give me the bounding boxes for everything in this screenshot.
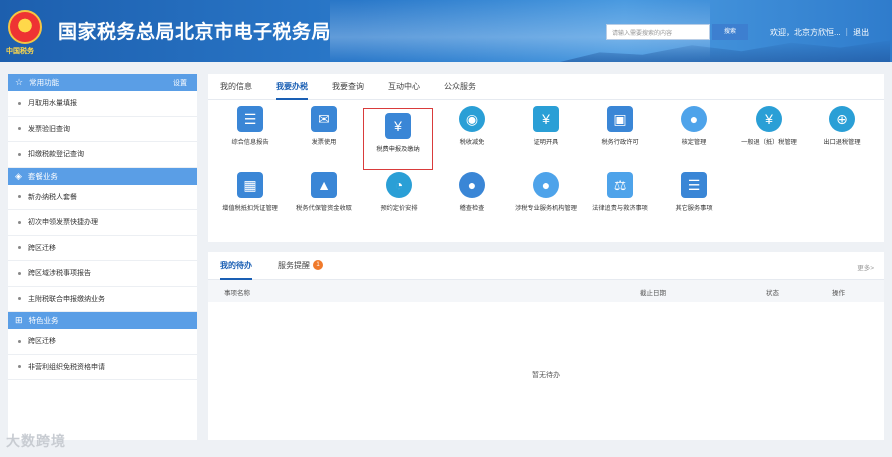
empty-state-text: 暂无待办	[532, 372, 560, 379]
col-item-name: 事项名称	[224, 290, 250, 297]
sidebar: ☆ 常用功能 设置 月取用水量填报 发票验旧查询 扣缴税款登记查询 ◈ 套餐业务…	[8, 74, 197, 440]
tile-pricing-arrangement[interactable]: ◔ 预约定价安排	[363, 172, 435, 232]
tab-my-info[interactable]: 我的信息	[220, 74, 252, 100]
tile-other-services[interactable]: ☰ 其它服务事项	[658, 172, 730, 232]
tile-professional-service[interactable]: ● 涉税专业服务机构管理	[510, 172, 582, 232]
tab-interaction[interactable]: 互动中心	[388, 74, 420, 100]
tile-export-refund[interactable]: ⊕ 出口退税管理	[806, 106, 878, 166]
tile-inspection[interactable]: ● 稽查检查	[436, 172, 508, 232]
star-icon: ☆	[15, 77, 24, 87]
tile-custody-funds[interactable]: ▲ 税务代保管资金收取	[288, 172, 360, 232]
tile-tax-relief[interactable]: ◉ 税收减免	[436, 106, 508, 166]
invoice-icon: ✉	[311, 106, 337, 132]
sidebar-item[interactable]: 跨区迁移	[8, 329, 197, 355]
gavel-icon: ⚖	[607, 172, 633, 198]
col-status: 状态	[766, 290, 779, 297]
tile-general-refund[interactable]: ¥ 一般退（抵）税管理	[730, 106, 808, 166]
section-title: 特色业务	[28, 316, 59, 325]
user-icon: ●	[459, 172, 485, 198]
tab-tax-handling[interactable]: 我要办税	[276, 74, 308, 100]
tile-legal-remedy[interactable]: ⚖ 法律追责与救济事项	[584, 172, 656, 232]
tile-comprehensive-report[interactable]: ☰ 综合信息报告	[214, 106, 286, 166]
sidebar-section-special: ⊞ 特色业务	[8, 312, 197, 329]
sidebar-item[interactable]: 初次申领发票快捷办理	[8, 210, 197, 236]
tax-emblem-icon	[8, 10, 42, 44]
certificate-icon: ¥	[533, 106, 559, 132]
sidebar-item[interactable]: 月取用水量填报	[8, 91, 197, 117]
settings-link[interactable]: 设置	[173, 78, 187, 88]
sidebar-section-packages: ◈ 套餐业务	[8, 167, 197, 185]
todo-tabs: 我的待办 服务提醒 1 更多>	[208, 252, 884, 280]
globe-icon: ⊕	[829, 106, 855, 132]
document-icon: ☰	[237, 106, 263, 132]
tab-service-reminder[interactable]: 服务提醒 1	[278, 252, 323, 280]
user-gear-icon: ●	[533, 172, 559, 198]
tile-vat-deduction[interactable]: ▦ 增值税抵扣凭证管理	[214, 172, 286, 232]
sidebar-section-common: ☆ 常用功能 设置	[8, 74, 197, 91]
tile-invoice-use[interactable]: ✉ 发票使用	[288, 106, 360, 166]
col-action: 操作	[832, 290, 845, 297]
grid-icon: ⊞	[15, 315, 23, 325]
clock-icon: ◔	[386, 172, 412, 198]
section-title: 套餐业务	[27, 171, 58, 181]
watermark: 大数跨境	[6, 433, 66, 449]
main-tabs: 我的信息 我要办税 我要查询 互动中心 公众服务	[208, 74, 884, 100]
sidebar-item[interactable]: 扣缴税款登记查询	[8, 142, 197, 168]
tile-admin-permit[interactable]: ▣ 税务行政许可	[584, 106, 656, 166]
search-input[interactable]: 请输入需要搜索的内容	[606, 24, 710, 40]
sidebar-item[interactable]: 主附税联合申报缴纳业务	[8, 287, 197, 312]
document-icon: ☰	[681, 172, 707, 198]
tab-query[interactable]: 我要查询	[332, 74, 364, 100]
site-header: 中国税务 国家税务总局北京市电子税务局 请输入需要搜索的内容 搜索 欢迎，北京方…	[0, 0, 892, 62]
tab-public-service[interactable]: 公众服务	[444, 74, 476, 100]
tab-my-todo[interactable]: 我的待办	[220, 252, 252, 280]
yuan-folder-icon: ¥	[385, 113, 411, 139]
services-panel: 我的信息 我要办税 我要查询 互动中心 公众服务 ☰ 综合信息报告 ✉ 发票使用…	[208, 74, 884, 242]
col-deadline: 截止日期	[640, 290, 666, 297]
todo-table-header: 事项名称 截止日期 状态 操作	[208, 280, 884, 302]
todo-panel: 我的待办 服务提醒 1 更多> 事项名称 截止日期 状态 操作 暂无待办	[208, 252, 884, 440]
sidebar-item[interactable]: 新办纳税人套餐	[8, 185, 197, 210]
grid-doc-icon: ▦	[237, 172, 263, 198]
sidebar-item[interactable]: 发票验旧查询	[8, 117, 197, 142]
layers-icon: ◈	[15, 170, 22, 181]
more-link[interactable]: 更多>	[857, 262, 874, 272]
refund-icon: ¥	[756, 106, 782, 132]
section-title: 常用功能	[29, 78, 60, 87]
sidebar-item[interactable]: 跨区域涉税事项报告	[8, 261, 197, 287]
reminder-count-badge: 1	[313, 260, 323, 271]
welcome-logout[interactable]: 欢迎，北京方欣恒... ｜ 退出	[770, 27, 869, 38]
emblem-text: 中国税务	[6, 46, 34, 55]
search-button[interactable]: 搜索	[712, 24, 748, 40]
sidebar-item[interactable]: 跨区迁移	[8, 236, 197, 261]
money-bag-icon: ▲	[311, 172, 337, 198]
tile-assessment[interactable]: ● 核定管理	[658, 106, 730, 166]
site-title: 国家税务总局北京市电子税务局	[58, 22, 332, 43]
permit-icon: ▣	[607, 106, 633, 132]
tile-certificate[interactable]: ¥ 证明开具	[510, 106, 582, 166]
user-gear-icon: ●	[681, 106, 707, 132]
tile-tax-filing-payment[interactable]: ¥ 税费申报及缴纳	[363, 108, 433, 170]
relief-icon: ◉	[459, 106, 485, 132]
sidebar-item[interactable]: 非营利组织免税资格申请	[8, 355, 197, 380]
